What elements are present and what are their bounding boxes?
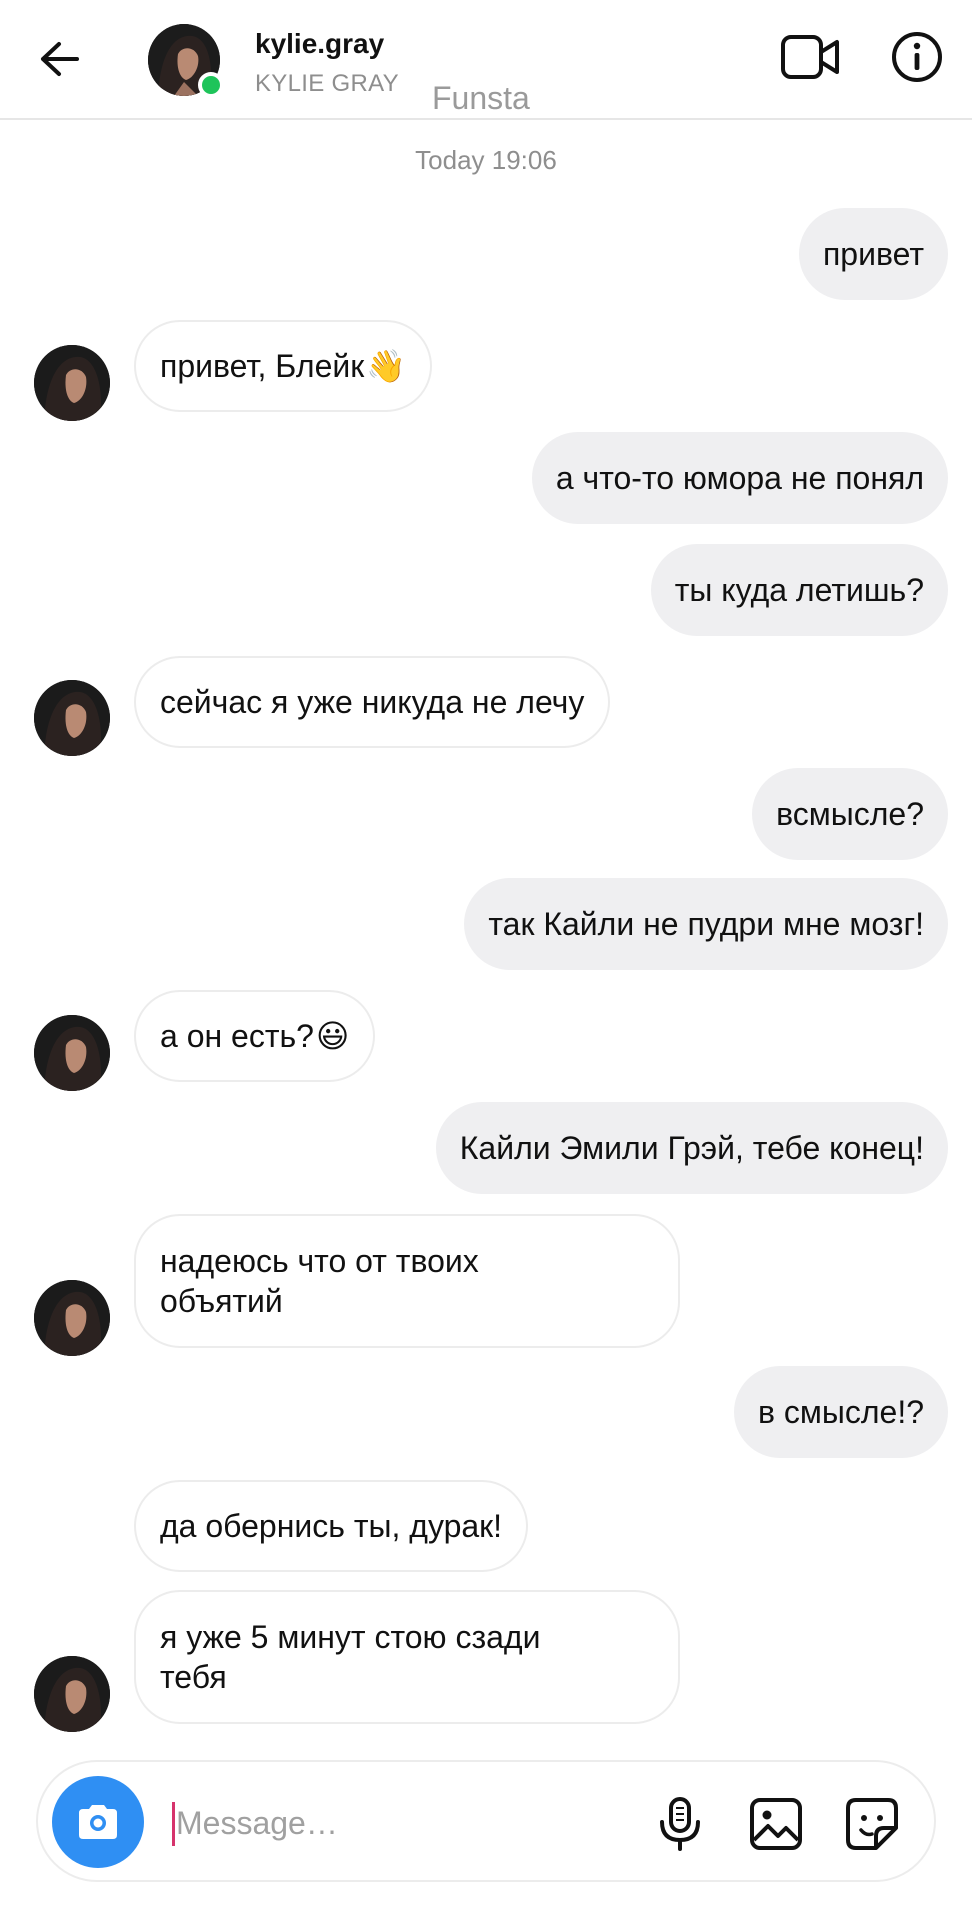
- message-text: привет: [822, 236, 924, 272]
- message-text: надеюсь что от твоих объятий: [160, 1243, 479, 1319]
- sender-avatar[interactable]: [34, 345, 110, 421]
- smiling-face-emoji: 😃: [315, 1018, 350, 1054]
- contact-avatar[interactable]: [148, 24, 224, 98]
- sender-avatar[interactable]: [34, 1280, 110, 1356]
- message-text: я уже 5 минут стою сзади тебя: [160, 1619, 541, 1695]
- message-text: всмысле?: [776, 796, 924, 832]
- waving-hand-emoji: 👋: [366, 348, 407, 384]
- contact-username[interactable]: kylie.gray: [255, 28, 384, 60]
- message-received[interactable]: надеюсь что от твоих объятий: [134, 1214, 680, 1348]
- contact-full-name: KYLIE GRAY: [255, 70, 399, 97]
- message-received[interactable]: сейчас я уже никуда не лечу: [134, 656, 611, 748]
- message-sent[interactable]: Кайли Эмили Грэй, тебе конец!: [435, 1102, 948, 1194]
- message-text: привет, Блейк: [160, 348, 365, 384]
- message-text: в смысле!?: [757, 1394, 924, 1430]
- message-sent[interactable]: всмысле?: [752, 768, 948, 860]
- chat-timestamp: Today 19:06: [415, 145, 557, 175]
- message-text: а он есть?: [160, 1018, 314, 1054]
- message-sent[interactable]: так Кайли не пудри мне мозг!: [464, 878, 948, 970]
- watermark-label: Funsta: [432, 80, 530, 116]
- online-status-dot: [198, 72, 224, 98]
- back-arrow-icon[interactable]: [34, 34, 84, 84]
- message-input[interactable]: [176, 1796, 636, 1850]
- message-received[interactable]: я уже 5 минут стою сзади тебя: [134, 1590, 680, 1724]
- sender-avatar[interactable]: [34, 680, 110, 756]
- chat-header: kylie.gray KYLIE GRAY Funsta: [0, 0, 972, 120]
- message-text: да обернись ты, дурак!: [160, 1508, 503, 1544]
- text-cursor: [172, 1802, 175, 1846]
- sticker-icon[interactable]: [844, 1796, 900, 1852]
- message-text: ты куда летишь?: [674, 572, 924, 608]
- info-icon[interactable]: [890, 30, 944, 84]
- message-received[interactable]: да обернись ты, дурак!: [134, 1480, 529, 1572]
- message-text: а что-то юмора не понял: [555, 460, 924, 496]
- message-sent[interactable]: ты куда летишь?: [650, 544, 948, 636]
- camera-icon[interactable]: [52, 1776, 144, 1868]
- sender-avatar[interactable]: [34, 1656, 110, 1732]
- video-call-icon[interactable]: [780, 30, 842, 84]
- message-sent[interactable]: привет: [798, 208, 948, 300]
- message-text: так Кайли не пудри мне мозг!: [488, 906, 924, 942]
- message-sent[interactable]: а что-то юмора не понял: [531, 432, 948, 524]
- message-received[interactable]: а он есть? 😃: [134, 990, 376, 1082]
- gallery-icon[interactable]: [748, 1796, 804, 1852]
- message-text: Кайли Эмили Грэй, тебе конец!: [459, 1130, 924, 1166]
- message-sent[interactable]: в смысле!?: [733, 1366, 948, 1458]
- microphone-icon[interactable]: [654, 1796, 706, 1852]
- message-text: сейчас я уже никуда не лечу: [160, 684, 585, 720]
- sender-avatar[interactable]: [34, 1015, 110, 1091]
- message-composer: [36, 1760, 936, 1882]
- message-received[interactable]: привет, Блейк 👋: [134, 320, 433, 412]
